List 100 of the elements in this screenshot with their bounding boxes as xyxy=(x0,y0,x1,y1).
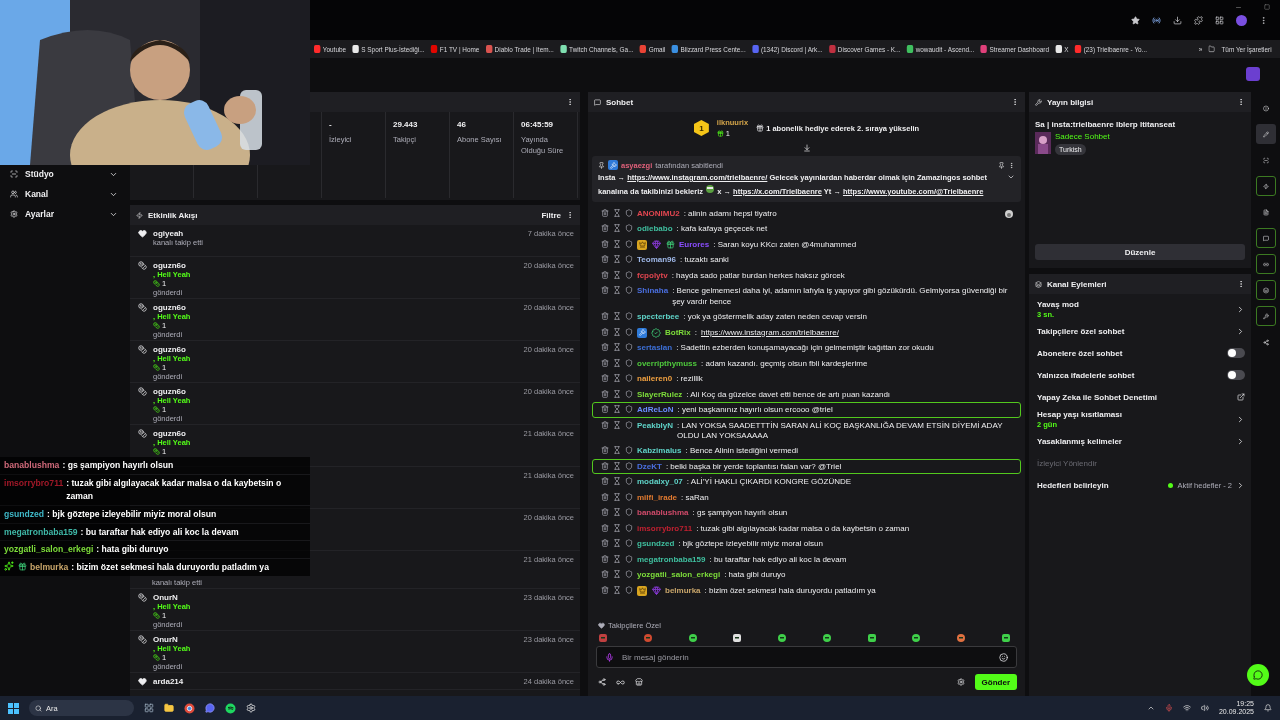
emote-icon[interactable] xyxy=(777,633,788,643)
trash-icon[interactable] xyxy=(601,327,609,336)
bookmark[interactable]: S Sport Plus-İstediği... xyxy=(352,44,425,54)
chevron-right-icon[interactable] xyxy=(1236,414,1245,424)
shield-icon[interactable] xyxy=(625,523,633,532)
shield-icon[interactable] xyxy=(625,492,633,501)
hourglass-icon[interactable] xyxy=(613,585,621,594)
tabs-icon[interactable] xyxy=(1215,15,1224,25)
extensions-icon[interactable] xyxy=(1194,15,1203,25)
shield-icon[interactable] xyxy=(625,389,633,398)
trash-icon[interactable] xyxy=(601,492,609,501)
notification-icon[interactable] xyxy=(1264,704,1272,712)
send-button[interactable]: Gönder xyxy=(974,674,1017,690)
link[interactable]: https://www.instagram.com/trielbaenre/ xyxy=(701,327,839,338)
shield-icon[interactable] xyxy=(625,255,633,264)
message-input[interactable]: Bir mesaj gönderin xyxy=(620,651,993,663)
trash-icon[interactable] xyxy=(601,554,609,563)
menu-icon[interactable] xyxy=(1259,15,1268,25)
trash-icon[interactable] xyxy=(601,420,609,429)
tray-icon[interactable] xyxy=(1146,704,1155,712)
layers-icon[interactable] xyxy=(1255,280,1276,300)
browser-icon[interactable] xyxy=(184,702,195,714)
pencil-icon[interactable] xyxy=(1255,124,1276,144)
bookmark[interactable]: Gmail xyxy=(639,44,666,54)
trash-icon[interactable] xyxy=(601,477,609,486)
shield-icon[interactable] xyxy=(625,208,633,217)
profile-avatar[interactable] xyxy=(1236,14,1247,26)
bookmark[interactable]: Discover Games - K... xyxy=(829,44,901,54)
shield-icon[interactable] xyxy=(625,312,633,321)
bookmark[interactable]: (1342) Discord | Ark... xyxy=(752,44,823,54)
download-icon[interactable] xyxy=(1173,15,1182,25)
shield-icon[interactable] xyxy=(625,286,633,295)
hourglass-icon[interactable] xyxy=(613,255,621,264)
bookmark[interactable]: Diablo Trade | Item... xyxy=(485,44,554,54)
shield-icon[interactable] xyxy=(625,374,633,383)
collapse-icon[interactable] xyxy=(802,144,811,152)
unpin-icon[interactable] xyxy=(998,161,1005,169)
hourglass-icon[interactable] xyxy=(613,374,621,383)
shield-icon[interactable] xyxy=(625,508,633,517)
message-field[interactable]: Bir mesaj gönderin xyxy=(596,646,1017,668)
bookmark[interactable]: Youtube xyxy=(314,44,347,54)
shield-icon[interactable] xyxy=(625,554,633,563)
shield-icon[interactable] xyxy=(625,224,633,233)
edit-button[interactable]: Düzenle xyxy=(1035,244,1245,260)
shield-icon[interactable] xyxy=(625,270,633,279)
hourglass-icon[interactable] xyxy=(613,327,621,336)
trash-icon[interactable] xyxy=(601,239,609,248)
bookmark[interactable]: Streamer Dashboard xyxy=(980,44,1049,54)
trash-icon[interactable] xyxy=(601,286,609,295)
hourglass-icon[interactable] xyxy=(613,508,621,517)
toggle-switch[interactable] xyxy=(1227,370,1245,380)
toggle-switch[interactable] xyxy=(1227,348,1245,358)
hourglass-icon[interactable] xyxy=(613,554,621,563)
trash-icon[interactable] xyxy=(601,570,609,579)
infinity-icon[interactable] xyxy=(616,677,625,687)
trash-icon[interactable] xyxy=(601,208,609,217)
more-bookmarks[interactable]: » xyxy=(1198,44,1203,54)
more-icon[interactable] xyxy=(1237,280,1245,288)
hourglass-icon[interactable] xyxy=(613,539,621,548)
trash-icon[interactable] xyxy=(601,389,609,398)
trash-icon[interactable] xyxy=(601,523,609,532)
bookmark[interactable]: Blizzard Press Cente... xyxy=(671,44,746,54)
trash-icon[interactable] xyxy=(601,461,609,470)
more-icon[interactable] xyxy=(1237,98,1245,106)
emoji-icon[interactable] xyxy=(999,652,1008,662)
trash-icon[interactable] xyxy=(601,446,609,455)
hourglass-icon[interactable] xyxy=(613,461,621,470)
settings-icon[interactable] xyxy=(246,703,256,713)
trash-icon[interactable] xyxy=(601,358,609,367)
bolt-icon[interactable] xyxy=(1255,176,1276,196)
hourglass-icon[interactable] xyxy=(613,523,621,532)
shield-icon[interactable] xyxy=(625,343,633,352)
nav-item[interactable]: Ayarlar xyxy=(0,206,128,222)
all-bookmarks[interactable]: Tüm Yer İşaretleri xyxy=(1221,44,1272,54)
shield-icon[interactable] xyxy=(625,405,633,414)
hourglass-icon[interactable] xyxy=(613,405,621,414)
hourglass-icon[interactable] xyxy=(613,312,621,321)
chevron-right-icon[interactable] xyxy=(1236,436,1245,446)
windows-icon[interactable] xyxy=(8,702,19,714)
hourglass-icon[interactable] xyxy=(613,570,621,579)
shield-icon[interactable] xyxy=(625,420,633,429)
filter-button[interactable]: Filtre xyxy=(541,210,561,220)
hourglass-icon[interactable] xyxy=(613,270,621,279)
hourglass-icon[interactable] xyxy=(613,389,621,398)
trash-icon[interactable] xyxy=(601,405,609,414)
trash-icon[interactable] xyxy=(601,508,609,517)
star-icon[interactable] xyxy=(1131,15,1140,25)
shield-icon[interactable] xyxy=(625,585,633,594)
shield-icon[interactable] xyxy=(625,446,633,455)
bookmark[interactable]: F1 TV | Home xyxy=(431,44,480,54)
shield-icon[interactable] xyxy=(625,327,633,336)
nav-item[interactable]: Kanal xyxy=(0,186,128,202)
trash-icon[interactable] xyxy=(601,539,609,548)
hourglass-icon[interactable] xyxy=(613,477,621,486)
external-link-icon[interactable] xyxy=(1237,393,1245,401)
chat-bubble-button[interactable] xyxy=(1247,664,1269,686)
chevron-right-icon[interactable] xyxy=(1236,326,1245,336)
settings-icon[interactable] xyxy=(956,678,965,686)
bookmark[interactable]: wowaudit - Ascend... xyxy=(906,44,975,54)
hourglass-icon[interactable] xyxy=(613,224,621,233)
